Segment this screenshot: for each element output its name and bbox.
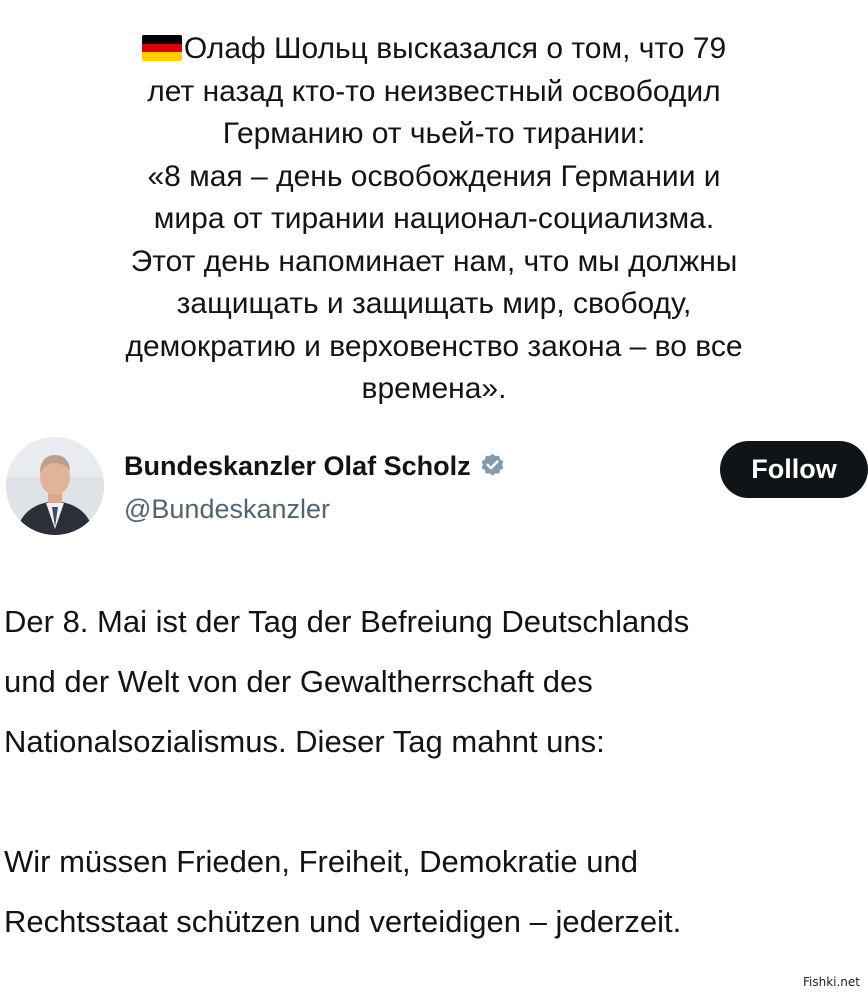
caption-text-line: Германию от чьей-то тирании: <box>222 117 646 150</box>
tweet-text-line: Nationalsozialismus. Dieser Tag mahnt un… <box>4 724 605 759</box>
author-name-text: Bundeskanzler Olaf Scholz <box>124 451 471 481</box>
caption-text-line: «8 мая – день освобождения Германии и <box>147 159 721 193</box>
tweet-text: Der 8. Mai ist der Tag der Befreiung Deu… <box>4 592 868 952</box>
tweet-header: Bundeskanzler Olaf Scholz @Bundeskanzler… <box>0 437 868 547</box>
tweet-text-line: Rechtsstaat schützen und verteidigen – j… <box>4 904 682 939</box>
tweet-text-line: und der Welt von der Gewaltherrschaft de… <box>4 664 593 699</box>
caption-line-1: Олаф Шольц высказался о том, что 79 <box>30 28 838 71</box>
flag-stripe-gold <box>141 52 182 61</box>
flag-stripe-black <box>141 35 182 44</box>
tweet-text-line: Wir müssen Frieden, Freiheit, Demokratie… <box>4 844 639 879</box>
caption-text-line: демократию и верховенство закона – во вс… <box>125 329 743 363</box>
caption-text-line: мира от тирании национал-социализма. <box>153 202 715 235</box>
tweet-text-line: Der 8. Mai ist der Tag der Befreiung Deu… <box>4 604 690 639</box>
verified-badge-icon[interactable] <box>479 452 506 486</box>
caption-text-line: защищать и защищать мир, свободу, <box>176 287 692 320</box>
caption-text-line: Этот день напоминает нам, что мы должны <box>130 244 738 278</box>
post-caption: Олаф Шольц высказался о том, что 79 лет … <box>30 28 838 411</box>
avatar[interactable] <box>6 437 104 535</box>
watermark: Fishki.net <box>800 975 862 989</box>
caption-text-line: лет назад кто-то неизвестный освободил <box>147 74 721 108</box>
flag-stripe-red <box>141 43 182 53</box>
germany-flag-icon <box>141 35 182 61</box>
follow-button[interactable]: Follow <box>720 441 868 498</box>
avatar-portrait-icon <box>6 437 104 535</box>
caption-text-line: Олаф Шольц высказался о том, что 79 <box>183 32 727 65</box>
author-handle[interactable]: @Bundeskanzler <box>124 494 330 525</box>
caption-text-line: времена». <box>361 372 507 405</box>
author-name[interactable]: Bundeskanzler Olaf Scholz <box>124 451 506 486</box>
